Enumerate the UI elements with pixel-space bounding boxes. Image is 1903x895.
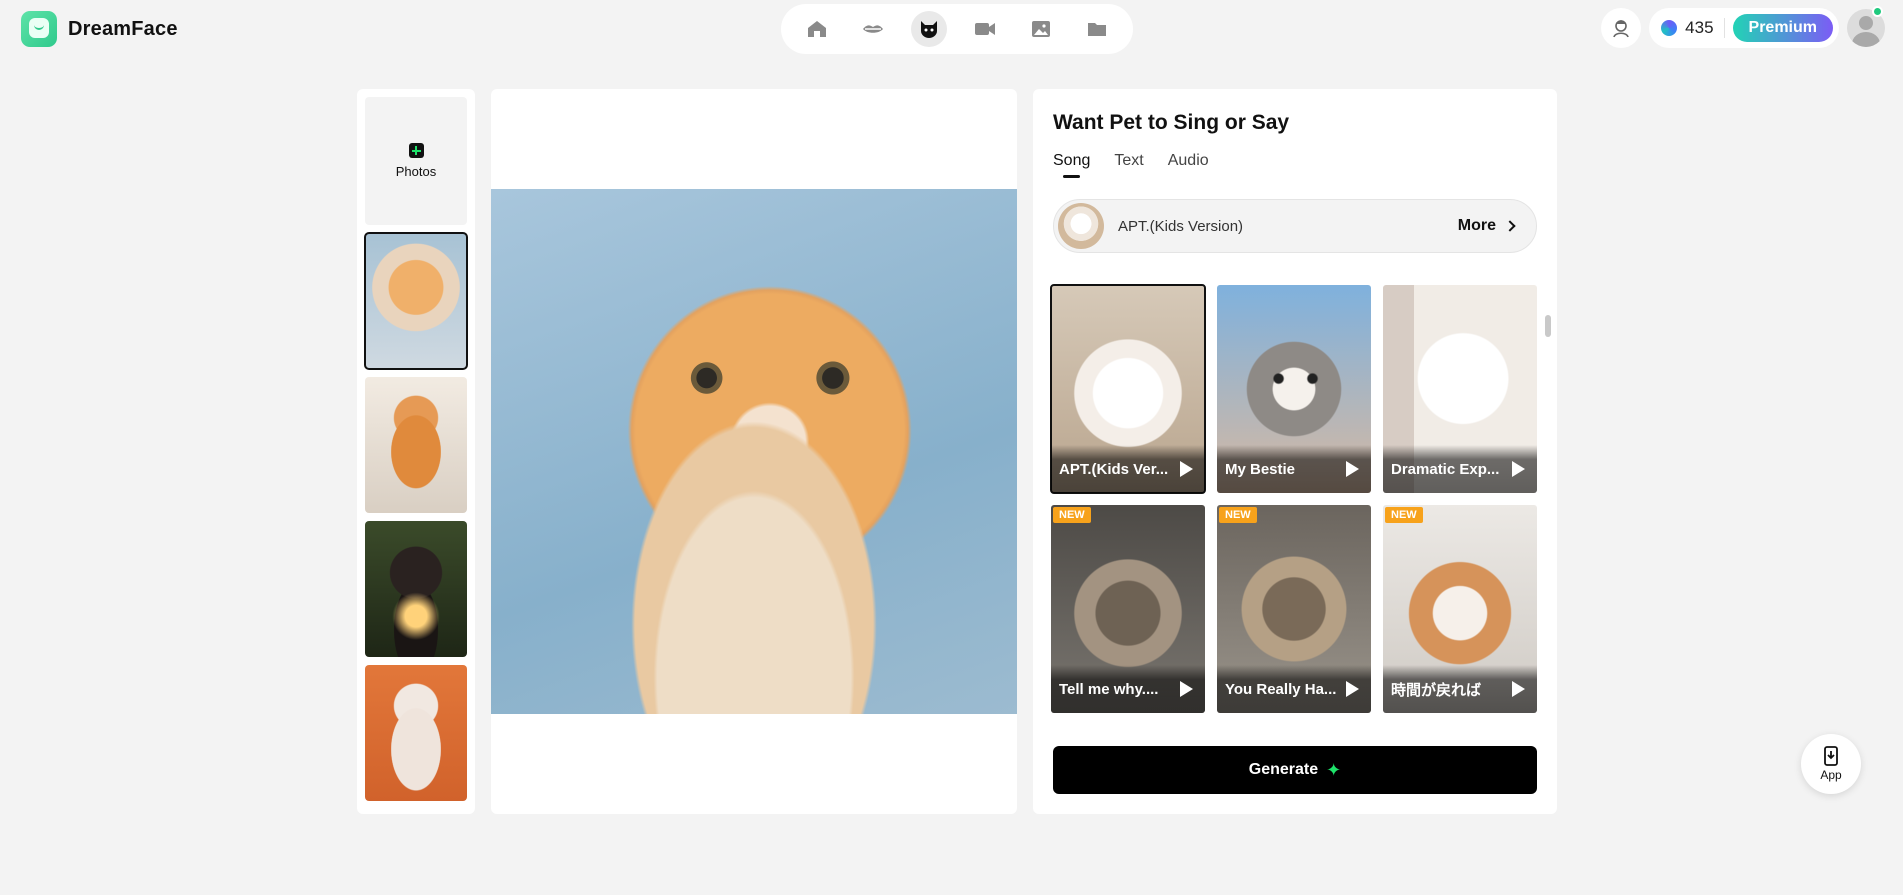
dreamface-logo-icon — [21, 11, 57, 47]
play-icon[interactable] — [1346, 681, 1359, 697]
top-navigation — [781, 4, 1133, 54]
cat-icon — [921, 21, 937, 38]
sparkle-icon: ✦ — [1326, 759, 1342, 780]
play-icon[interactable] — [1180, 461, 1193, 477]
song-card[interactable]: APT.(Kids Ver... — [1050, 284, 1206, 494]
song-card[interactable]: NEW Tell me why.... — [1051, 505, 1205, 713]
image-icon — [1032, 21, 1050, 37]
nav-pet[interactable] — [911, 11, 947, 47]
song-grid-scrollbar[interactable] — [1545, 315, 1551, 337]
lips-icon — [863, 25, 883, 33]
song-card-title: You Really Ha... — [1225, 680, 1337, 698]
song-card-title: APT.(Kids Ver... — [1059, 460, 1169, 478]
nav-lip-sync[interactable] — [855, 11, 891, 47]
play-icon[interactable] — [1512, 461, 1525, 477]
download-app-button[interactable]: App — [1801, 734, 1861, 794]
nav-home[interactable] — [799, 11, 835, 47]
nav-image[interactable] — [1023, 11, 1059, 47]
play-icon[interactable] — [1180, 681, 1193, 697]
generate-button[interactable]: Generate ✦ — [1053, 746, 1537, 794]
nav-video[interactable] — [967, 11, 1003, 47]
tab-song[interactable]: Song — [1053, 152, 1090, 178]
online-status-dot — [1872, 6, 1883, 17]
person-face-icon — [1613, 20, 1629, 38]
app-label: App — [1820, 768, 1842, 782]
add-photo-label: Photos — [395, 164, 437, 179]
song-card[interactable]: Dramatic Exp... — [1383, 285, 1537, 493]
song-grid: APT.(Kids Ver... My Bestie Dramatic Exp.… — [1050, 284, 1543, 713]
premium-button[interactable]: Premium — [1732, 14, 1833, 42]
song-cover-thumb — [1058, 203, 1104, 249]
face-profile-button[interactable] — [1601, 8, 1642, 48]
pet-preview-image — [491, 189, 1017, 714]
mode-tabs: Song Text Audio — [1053, 152, 1209, 178]
song-card[interactable]: My Bestie — [1217, 285, 1371, 493]
photo-thumb-ginger-cat[interactable] — [365, 377, 467, 513]
song-card[interactable]: NEW You Really Ha... — [1217, 505, 1371, 713]
credits-display[interactable]: 435 Premium — [1649, 8, 1839, 48]
brand-name: DreamFace — [68, 17, 178, 40]
song-card-title: 時間が戻れば — [1391, 681, 1482, 699]
new-badge: NEW — [1385, 507, 1423, 523]
more-label: More — [1457, 217, 1496, 234]
photo-thumb-white-cat[interactable] — [365, 665, 467, 801]
panel-title: Want Pet to Sing or Say — [1053, 111, 1290, 134]
add-photo-button[interactable]: Photos — [365, 97, 467, 225]
song-card-title: Dramatic Exp... — [1391, 460, 1500, 478]
play-icon[interactable] — [1346, 461, 1359, 477]
plus-icon — [408, 143, 424, 158]
header-actions: 435 Premium — [1601, 8, 1885, 48]
song-card[interactable]: NEW 時間が戻れば — [1383, 505, 1537, 713]
play-icon[interactable] — [1512, 681, 1525, 697]
new-badge: NEW — [1053, 507, 1091, 523]
preview-area — [491, 89, 1017, 814]
folder-icon — [1088, 23, 1106, 36]
photo-thumb-orange-cat[interactable] — [364, 232, 468, 370]
phone-download-icon — [1824, 746, 1838, 766]
song-panel: Want Pet to Sing or Say Song Text Audio … — [1033, 89, 1557, 814]
selected-song-bar[interactable]: APT.(Kids Version) More — [1053, 199, 1537, 253]
photo-list: Photos — [357, 89, 475, 814]
credit-count: 435 — [1685, 18, 1725, 38]
song-card-title: Tell me why.... — [1059, 680, 1159, 698]
song-card-title: My Bestie — [1225, 460, 1296, 478]
new-badge: NEW — [1219, 507, 1257, 523]
more-songs-button[interactable]: More — [1457, 217, 1516, 235]
home-icon — [808, 21, 826, 37]
chevron-right-icon — [1504, 220, 1516, 232]
selected-song-name: APT.(Kids Version) — [1118, 217, 1244, 235]
brand-logo[interactable]: DreamFace — [21, 11, 178, 47]
video-icon — [975, 23, 995, 35]
generate-label: Generate — [1248, 761, 1319, 778]
nav-folder[interactable] — [1079, 11, 1115, 47]
photo-thumb-puppy[interactable] — [365, 521, 467, 657]
credit-gem-icon — [1661, 20, 1678, 36]
tab-audio[interactable]: Audio — [1168, 152, 1209, 178]
tab-text[interactable]: Text — [1114, 152, 1143, 178]
